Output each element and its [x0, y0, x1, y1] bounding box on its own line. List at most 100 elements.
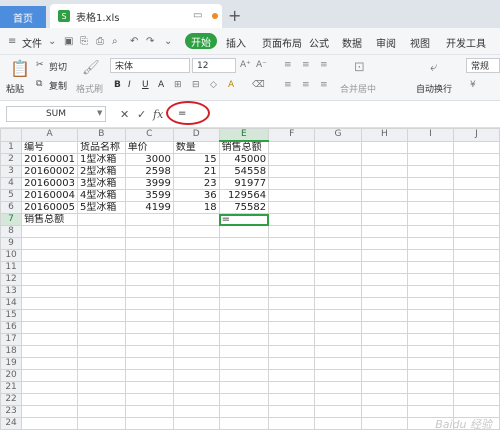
export-icon[interactable]: ⎘ — [80, 36, 88, 47]
hamburger-icon[interactable]: ≡ — [8, 36, 16, 47]
cell-g16[interactable] — [314, 321, 362, 334]
cell-f18[interactable] — [268, 345, 316, 358]
cell-i8[interactable] — [407, 225, 454, 238]
font-size-select[interactable]: 12 — [192, 58, 236, 73]
cell-a23[interactable] — [21, 405, 78, 418]
cell-b15[interactable] — [76, 309, 126, 322]
cell-i16[interactable] — [407, 321, 454, 334]
cell-b12[interactable] — [76, 273, 126, 286]
cell-i17[interactable] — [407, 333, 454, 346]
column-header-e[interactable]: E — [218, 128, 270, 142]
cell-c4[interactable]: 3999 — [124, 177, 174, 190]
font-name-select[interactable]: 宋体 — [110, 58, 190, 73]
cell-d23[interactable] — [172, 405, 220, 418]
cell-c6[interactable]: 4199 — [124, 201, 174, 214]
cell-f17[interactable] — [268, 333, 316, 346]
cell-e22[interactable] — [218, 393, 270, 406]
cell-g9[interactable] — [314, 237, 362, 250]
cell-e4[interactable]: 91977 — [218, 177, 270, 190]
cell-d13[interactable] — [172, 285, 220, 298]
row-header[interactable]: 4 — [0, 177, 23, 190]
cell-c10[interactable] — [124, 249, 174, 262]
row-header[interactable]: 12 — [0, 273, 23, 286]
cell-j9[interactable] — [452, 237, 500, 250]
cell-d16[interactable] — [172, 321, 220, 334]
row-header[interactable]: 22 — [0, 393, 23, 406]
cell-b21[interactable] — [76, 381, 126, 394]
font-color-icon[interactable]: A — [158, 80, 164, 90]
cell-d21[interactable] — [172, 381, 220, 394]
row-header[interactable]: 13 — [0, 285, 23, 298]
menu-start[interactable]: 开始 — [185, 33, 217, 49]
wrap-text-icon[interactable]: ⤶ — [430, 60, 437, 75]
cell-e13[interactable] — [218, 285, 270, 298]
cell-g24[interactable] — [314, 417, 362, 430]
cell-i10[interactable] — [407, 249, 454, 262]
cell-j13[interactable] — [452, 285, 500, 298]
align-top-icon[interactable]: ≡ — [284, 60, 292, 70]
cell-d4[interactable]: 23 — [172, 177, 220, 190]
cell-d17[interactable] — [172, 333, 220, 346]
cell-g5[interactable] — [314, 189, 362, 202]
row-header[interactable]: 18 — [0, 345, 23, 358]
cell-i12[interactable] — [407, 273, 454, 286]
cell-j4[interactable] — [452, 177, 500, 190]
cell-i5[interactable] — [407, 189, 454, 202]
cell-g6[interactable] — [314, 201, 362, 214]
menu-developer[interactable]: 开发工具 — [446, 35, 486, 50]
cell-e7[interactable]: = — [218, 213, 270, 226]
function-icon[interactable]: fx — [153, 108, 163, 121]
cell-h4[interactable] — [360, 177, 409, 190]
cell-d22[interactable] — [172, 393, 220, 406]
cell-e9[interactable] — [218, 237, 270, 250]
undo-icon[interactable]: ↶ — [130, 36, 138, 47]
cell-a19[interactable] — [21, 357, 78, 370]
cell-b19[interactable] — [76, 357, 126, 370]
cell-b4[interactable]: 3型冰箱 — [76, 177, 126, 190]
cell-h14[interactable] — [360, 297, 409, 310]
row-header[interactable]: 16 — [0, 321, 23, 334]
cell-i9[interactable] — [407, 237, 454, 250]
row-header[interactable]: 6 — [0, 201, 23, 214]
cell-g3[interactable] — [314, 165, 362, 178]
cell-g18[interactable] — [314, 345, 362, 358]
cell-h21[interactable] — [360, 381, 409, 394]
cell-a16[interactable] — [21, 321, 78, 334]
row-header[interactable]: 3 — [0, 165, 23, 178]
row-header[interactable]: 21 — [0, 381, 23, 394]
tab-document[interactable]: S 表格1.xls ▭ — [50, 4, 222, 28]
cell-h22[interactable] — [360, 393, 409, 406]
cell-f5[interactable] — [268, 189, 316, 202]
cell-f16[interactable] — [268, 321, 316, 334]
column-header-g[interactable]: G — [314, 128, 362, 142]
column-header-c[interactable]: C — [124, 128, 174, 142]
cell-h2[interactable] — [360, 153, 409, 166]
cell-i4[interactable] — [407, 177, 454, 190]
decrease-font-icon[interactable]: A⁻ — [256, 60, 267, 70]
currency-icon[interactable]: ¥ — [470, 80, 476, 90]
scissors-icon[interactable]: ✂ — [36, 60, 44, 70]
cell-g8[interactable] — [314, 225, 362, 238]
cell-b13[interactable] — [76, 285, 126, 298]
menu-formulas[interactable]: 公式 — [309, 35, 329, 50]
cell-e5[interactable]: 129564 — [218, 189, 270, 202]
increase-font-icon[interactable]: A⁺ — [240, 60, 251, 70]
row-header[interactable]: 15 — [0, 309, 23, 322]
cell-f11[interactable] — [268, 261, 316, 274]
cell-c8[interactable] — [124, 225, 174, 238]
column-header-f[interactable]: F — [268, 128, 316, 142]
cell-e12[interactable] — [218, 273, 270, 286]
cell-c16[interactable] — [124, 321, 174, 334]
cell-a4[interactable]: 20160003 — [21, 177, 78, 190]
cell-g23[interactable] — [314, 405, 362, 418]
cell-b3[interactable]: 2型冰箱 — [76, 165, 126, 178]
cell-d14[interactable] — [172, 297, 220, 310]
cell-g14[interactable] — [314, 297, 362, 310]
cell-b8[interactable] — [76, 225, 126, 238]
cell-a8[interactable] — [21, 225, 78, 238]
chevron-down-icon[interactable]: ▼ — [97, 109, 102, 117]
clear-format-icon[interactable]: ⌫ — [252, 80, 265, 90]
cell-e3[interactable]: 54558 — [218, 165, 270, 178]
cell-h3[interactable] — [360, 165, 409, 178]
bold-icon[interactable]: B — [114, 80, 121, 90]
